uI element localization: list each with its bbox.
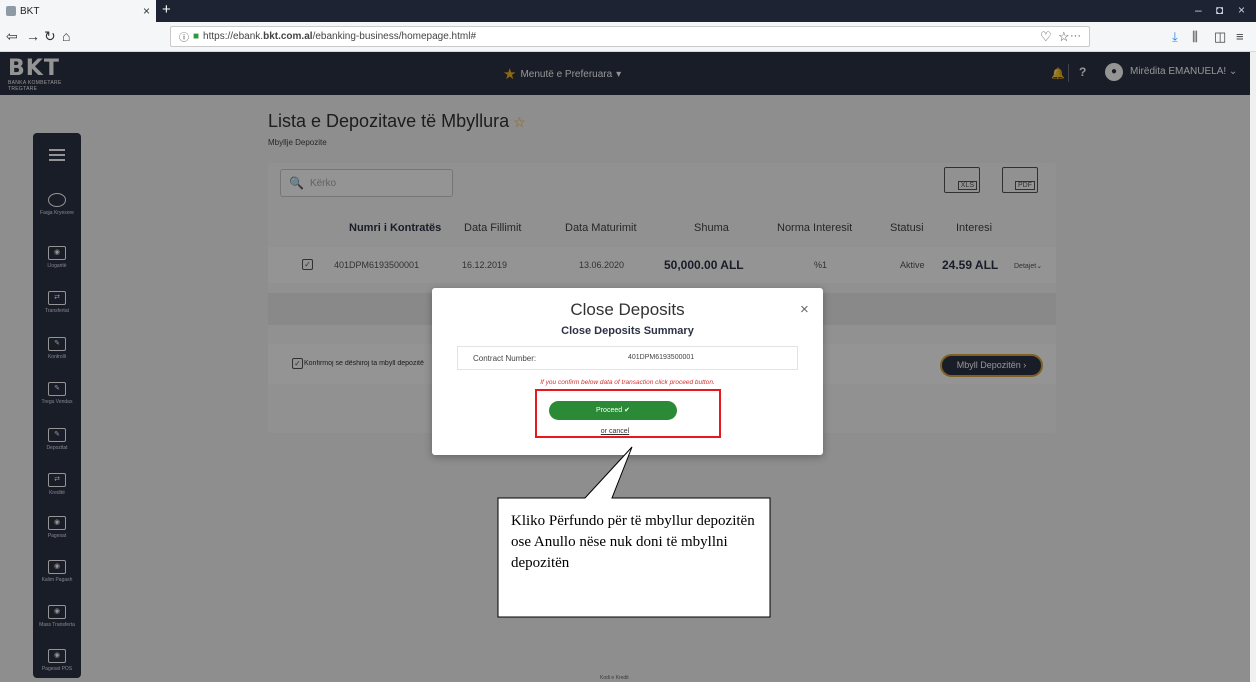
download-icon[interactable]: ⤓ <box>1172 29 1178 45</box>
modal-note: If you confirm below data of transaction… <box>540 379 715 386</box>
window-minimize-button[interactable]: – <box>1195 3 1202 17</box>
screen: BKT × + – ◘ × ⇦ → ↻ ⌂ ⓘ ■ https://ebank.… <box>0 0 1256 682</box>
modal-title: Close Deposits <box>570 300 685 319</box>
highlight-box <box>535 389 721 438</box>
url-prefix: https://ebank. <box>203 31 264 42</box>
bkt-favicon-icon <box>6 6 16 16</box>
back-icon[interactable]: ⇦ <box>6 28 18 45</box>
url-domain: bkt.com.al <box>263 31 313 42</box>
info-icon[interactable]: ⓘ <box>179 29 189 44</box>
contract-number-label: Contract Number: <box>473 354 537 363</box>
bookmark-star-icon[interactable]: ☆ <box>1058 29 1070 45</box>
lock-icon: ■ <box>193 31 200 42</box>
forward-icon[interactable]: → <box>26 28 40 44</box>
browser-tab-bar: BKT × + – ◘ × <box>0 0 1256 22</box>
browser-nav-bar: ⇦ → ↻ ⌂ ⓘ ■ https://ebank. bkt.com.al/eba… <box>0 22 1256 52</box>
pocket-icon[interactable]: ♡ <box>1040 29 1052 45</box>
sidebar-toggle-icon[interactable]: ◫ <box>1214 29 1226 45</box>
page-actions-icon[interactable]: ··· <box>1070 30 1081 42</box>
contract-number-field: Contract Number: 401DPM6193500001 <box>457 346 798 370</box>
contract-number-value: 401DPM6193500001 <box>628 354 695 361</box>
library-icon[interactable]: ⫼ <box>1192 29 1198 45</box>
url-path: /ebanking-business/homepage.html# <box>312 31 476 42</box>
modal-subtitle: Close Deposits Summary <box>561 325 694 337</box>
browser-tab[interactable]: BKT × <box>0 0 156 22</box>
callout-text: Kliko Përfundo për të mbyllur depozitën … <box>511 513 755 571</box>
browser-tab-title: BKT <box>20 5 40 17</box>
url-bar[interactable]: ⓘ ■ https://ebank. bkt.com.al/ebanking-bu… <box>170 26 1090 47</box>
window-close-button[interactable]: × <box>1238 3 1245 17</box>
home-icon[interactable]: ⌂ <box>62 28 70 44</box>
modal-close-icon[interactable]: × <box>800 301 809 318</box>
new-tab-button[interactable]: + <box>162 1 171 18</box>
tab-close-icon[interactable]: × <box>143 4 150 18</box>
reload-icon[interactable]: ↻ <box>44 28 56 45</box>
menu-icon[interactable]: ≡ <box>1236 29 1244 44</box>
page-scrollbar[interactable] <box>1250 52 1256 682</box>
window-maximize-button[interactable]: ◘ <box>1216 3 1223 17</box>
